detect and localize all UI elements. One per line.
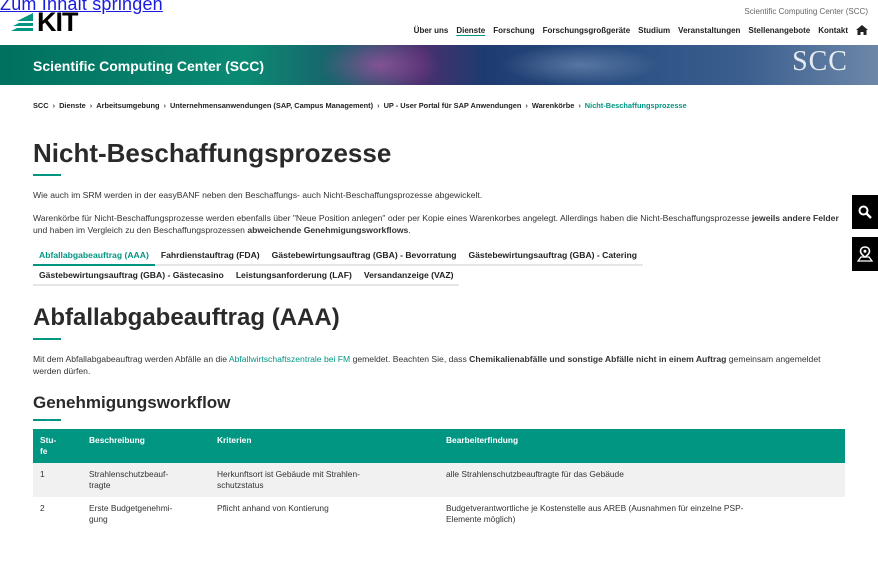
column-header-bearbeiterfindung: Bearbeiterfindung xyxy=(439,429,845,463)
main-content: Nicht-Beschaffungsprozesse Wie auch im S… xyxy=(33,138,845,531)
nav-ueber-uns[interactable]: Über uns xyxy=(414,26,449,35)
table-cell: alle Strahlenschutzbeauftragte für das G… xyxy=(439,463,845,497)
description-text: Warenkörbe für Nicht-Beschaffungsprozess… xyxy=(33,212,841,236)
table-row: 1 Strahlenschutzbeauf- tragte Herkunftso… xyxy=(33,463,845,497)
breadcrumb-item[interactable]: Arbeitsumgebung xyxy=(96,101,159,110)
breadcrumb-item[interactable]: Warenkörbe xyxy=(532,101,574,110)
nav-dienste[interactable]: Dienste xyxy=(456,26,485,35)
table-header-row: Stu- fe Beschreibung Kriterien Bearbeite… xyxy=(33,429,845,463)
process-tabs: Abfallabgabeauftrag (AAA) Fahrdienstauft… xyxy=(33,246,793,286)
description-bold: abweichende Genehmigungsworkflows xyxy=(247,225,409,235)
table-cell: Herkunftsort ist Gebäude mit Strahlen- s… xyxy=(210,463,439,497)
main-nav: Über uns Dienste Forschung Forschungsgro… xyxy=(414,25,868,35)
description-part: Warenkörbe für Nicht-Beschaffungsprozess… xyxy=(33,213,752,223)
intro-text: Wie auch im SRM werden in der easyBANF n… xyxy=(33,190,483,200)
breadcrumb-chevron-icon: › xyxy=(377,101,380,110)
search-button[interactable] xyxy=(852,195,878,229)
org-link[interactable]: Scientific Computing Center (SCC) xyxy=(744,7,868,16)
breadcrumb-current[interactable]: Nicht-Beschaffungsprozesse xyxy=(585,101,687,110)
table-cell: Budgetverantwortliche je Kostenstelle au… xyxy=(446,503,744,524)
section-text-bold: Chemikalienabfälle und sonstige Abfälle … xyxy=(469,354,727,364)
banner-title[interactable]: Scientific Computing Center (SCC) xyxy=(33,58,264,74)
breadcrumb-chevron-icon: › xyxy=(578,101,581,110)
breadcrumb-chevron-icon: › xyxy=(163,101,166,110)
kit-logo[interactable]: KIT xyxy=(9,6,78,37)
header-banner: Scientific Computing Center (SCC) SCC xyxy=(0,45,878,85)
table-cell: 1 xyxy=(33,463,82,497)
workflow-table: Stu- fe Beschreibung Kriterien Bearbeite… xyxy=(33,429,845,531)
description-part: und haben im Vergleich zu den Beschaffun… xyxy=(33,225,248,235)
column-header-kriterien: Kriterien xyxy=(210,429,439,463)
title-underline xyxy=(33,174,61,176)
tab-laf[interactable]: Leistungsanforderung (LAF) xyxy=(229,266,358,286)
page-title: Nicht-Beschaffungsprozesse xyxy=(33,138,392,168)
tab-gba-catering[interactable]: Gästebewirtungsauftrag (GBA) - Catering xyxy=(462,246,644,266)
nav-kontakt[interactable]: Kontakt xyxy=(818,26,848,35)
tab-vaz[interactable]: Versandanzeige (VAZ) xyxy=(357,266,460,286)
table-cell: 2 xyxy=(40,503,45,513)
location-button[interactable] xyxy=(852,237,878,271)
map-pin-icon xyxy=(857,246,873,262)
banner-glow-secondary xyxy=(500,45,660,85)
nav-studium[interactable]: Studium xyxy=(638,26,670,35)
banner-scc-mark: SCC xyxy=(792,46,848,77)
workflow-title: Genehmigungsworkflow xyxy=(33,393,231,412)
breadcrumb-item[interactable]: Dienste xyxy=(59,101,86,110)
breadcrumb-chevron-icon: › xyxy=(89,101,93,110)
table-cell: Strahlenschutzbeauf- tragte xyxy=(82,463,210,497)
breadcrumb-item[interactable]: UP - User Portal für SAP Anwendungen xyxy=(384,101,522,110)
kit-logo-mark-icon xyxy=(11,13,33,31)
abfallwirtschaftszentrale-link[interactable]: Abfallwirtschaftszentrale bei FM xyxy=(229,354,350,364)
breadcrumb-item[interactable]: SCC xyxy=(33,101,49,110)
tab-gba-gaestecasino[interactable]: Gästebewirtungsauftrag (GBA) - Gästecasi… xyxy=(33,266,230,286)
description-bold: jeweils andere Felder xyxy=(751,213,839,223)
breadcrumb-item[interactable]: Unternehmensanwendungen (SAP, Campus Man… xyxy=(170,101,373,110)
workflow-underline xyxy=(33,419,61,421)
column-header-beschreibung: Beschreibung xyxy=(82,429,210,463)
column-header-stufe: Stu- fe xyxy=(33,429,82,463)
table-cell: Pflicht anhand von Kontierung xyxy=(217,503,329,513)
section-text: Mit dem Abfallabgabeauftrag werden Abfäl… xyxy=(33,353,845,377)
nav-forschungsgrossgeraete[interactable]: Forschungsgroßgeräte xyxy=(543,26,631,35)
section-text-part: Mit dem Abfallabgabeauftrag werden Abfäl… xyxy=(33,354,229,364)
table-row: 2 Erste Budgetgenehmi- gung Pflicht anha… xyxy=(33,497,845,531)
search-icon xyxy=(858,205,872,219)
description-part: . xyxy=(408,225,411,235)
breadcrumb-chevron-icon: › xyxy=(525,101,528,110)
section-title: Abfallabgabeauftrag (AAA) xyxy=(33,304,340,331)
nav-stellenangebote[interactable]: Stellenangebote xyxy=(748,26,810,35)
tab-fda[interactable]: Fahrdienstauftrag (FDA) xyxy=(154,246,266,266)
banner-glow xyxy=(320,45,440,85)
home-icon[interactable] xyxy=(856,25,868,35)
nav-forschung[interactable]: Forschung xyxy=(493,26,534,35)
nav-veranstaltungen[interactable]: Veranstaltungen xyxy=(678,26,740,35)
section-underline xyxy=(33,338,61,340)
kit-logo-text: KIT xyxy=(37,6,78,37)
section-text-part: gemeldet. Beachten Sie, dass xyxy=(350,354,470,364)
tab-aaa[interactable]: Abfallabgabeauftrag (AAA) xyxy=(33,246,155,266)
breadcrumb: SCC › Dienste › Arbeitsumgebung › Unternehm… xyxy=(33,101,687,110)
table-cell: Erste Budgetgenehmi- gung xyxy=(89,503,173,524)
breadcrumb-chevron-icon: › xyxy=(52,101,56,110)
tab-gba-bevorratung[interactable]: Gästebewirtungsauftrag (GBA) - Bevorratu… xyxy=(265,246,463,266)
